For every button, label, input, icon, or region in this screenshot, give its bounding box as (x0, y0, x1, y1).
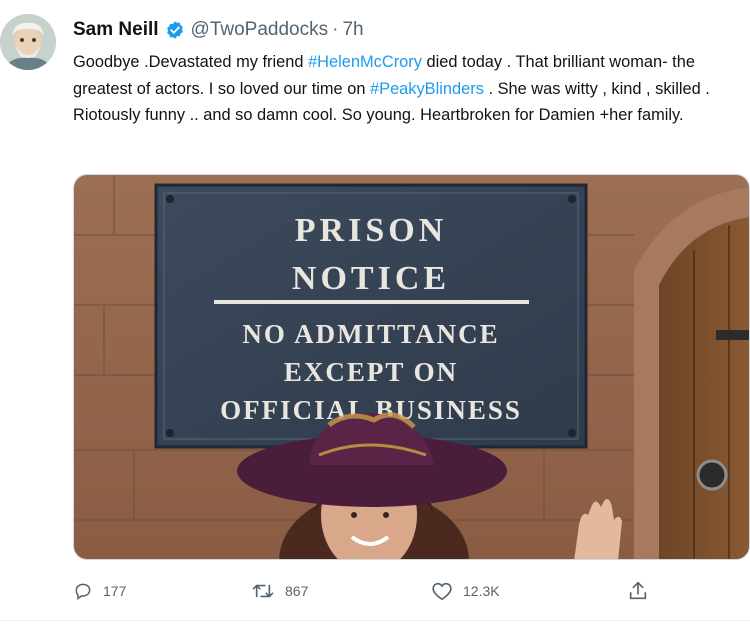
retweet-button[interactable]: 867 (251, 581, 308, 601)
sign-line-4: EXCEPT ON (284, 357, 458, 387)
reply-count: 177 (103, 583, 127, 599)
share-button[interactable] (627, 580, 659, 602)
author-handle[interactable]: @TwoPaddocks (191, 19, 329, 41)
like-button[interactable]: 12.3K (431, 581, 500, 601)
retweet-icon (252, 584, 274, 598)
retweet-count: 867 (285, 583, 309, 599)
avatar-image (0, 14, 56, 70)
tweet-header: Sam Neill @TwoPaddocks · 7h (73, 16, 364, 44)
like-icon (432, 582, 452, 601)
avatar[interactable] (0, 14, 56, 70)
tweet-photo[interactable]: PRISON NOTICE NO ADMITTANCE EXCEPT ON OF… (73, 174, 750, 560)
reply-icon (75, 583, 91, 600)
reply-button[interactable]: 177 (73, 581, 126, 601)
tweet-actions: 177 867 12.3K (73, 576, 673, 606)
hashtag-peakyblinders[interactable]: #PeakyBlinders (370, 80, 484, 98)
photo-prison-sign: PRISON NOTICE NO ADMITTANCE EXCEPT ON OF… (74, 175, 749, 559)
sign-line-1: PRISON (295, 212, 447, 249)
tweet-text: Goodbye .Devastated my friend #HelenMcCr… (73, 49, 738, 129)
tweet-divider (0, 620, 750, 621)
timestamp[interactable]: 7h (342, 19, 363, 41)
tweet-text-part: Goodbye .Devastated my friend (73, 53, 309, 71)
author-name[interactable]: Sam Neill (73, 19, 159, 41)
sign-line-3: NO ADMITTANCE (242, 319, 499, 349)
like-count: 12.3K (463, 583, 500, 599)
share-icon (629, 581, 647, 600)
separator-dot: · (332, 19, 339, 40)
verified-badge-icon (165, 20, 185, 40)
sign-line-2: NOTICE (292, 260, 450, 297)
hashtag-helenmccrory[interactable]: #HelenMcCrory (308, 53, 422, 71)
